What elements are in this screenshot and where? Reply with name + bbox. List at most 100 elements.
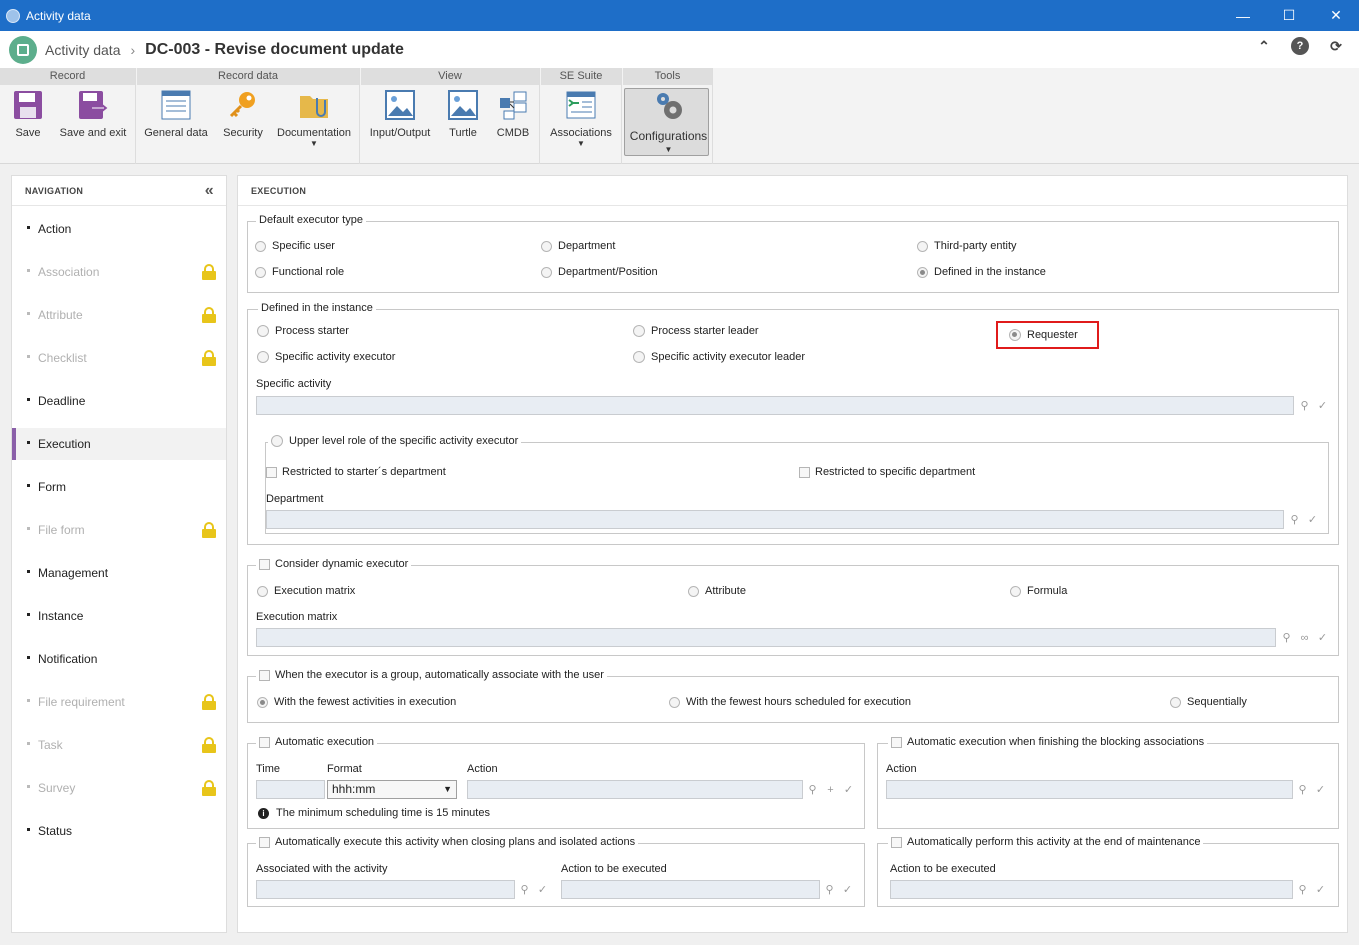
nav-item-instance[interactable]: Instance — [12, 600, 226, 632]
collapse-left-icon[interactable]: « — [205, 182, 214, 200]
nav-item-execution[interactable]: Execution — [12, 428, 226, 460]
documentation-button[interactable]: Documentation ▼ — [275, 90, 353, 148]
upper-level-fieldset: Upper level role of the specific activit… — [265, 435, 1329, 534]
action-to-execute-label: Action to be executed — [890, 863, 996, 875]
execution-matrix-input[interactable] — [256, 628, 1276, 647]
radio-specific-activity-executor[interactable]: Specific activity executor — [257, 351, 395, 363]
bullet — [27, 355, 30, 358]
action-input[interactable] — [886, 780, 1293, 799]
associated-activity-input[interactable] — [256, 880, 515, 899]
nav-item-status[interactable]: Status — [12, 815, 226, 847]
close-button[interactable]: ✕ — [1313, 0, 1359, 31]
time-input[interactable] — [256, 780, 325, 799]
turtle-button[interactable]: Turtle — [445, 90, 481, 139]
radio-sequentially[interactable]: Sequentially — [1170, 696, 1247, 708]
save-button[interactable]: Save — [12, 90, 44, 139]
checkbox-dynamic-executor[interactable] — [259, 558, 270, 570]
radio-defined-in-instance[interactable]: Defined in the instance — [917, 266, 1046, 278]
checkbox-auto-blocking[interactable] — [891, 736, 902, 748]
action-to-execute-input[interactable] — [561, 880, 820, 899]
minimize-button[interactable]: — — [1220, 0, 1266, 31]
collapse-up-icon[interactable]: ⌃ — [1255, 37, 1273, 55]
nav-item-form[interactable]: Form — [12, 471, 226, 503]
turtle-diagram-icon — [448, 90, 478, 120]
radio-process-starter[interactable]: Process starter — [257, 325, 349, 337]
radio-formula[interactable]: Formula — [1010, 585, 1067, 597]
radio-fewest-hours[interactable]: With the fewest hours scheduled for exec… — [669, 696, 911, 708]
clear-brush-icon[interactable]: ✓ — [1304, 511, 1321, 528]
clear-brush-icon[interactable]: ✓ — [1314, 397, 1331, 414]
clear-brush-icon[interactable]: ✓ — [1312, 881, 1329, 898]
nav-item-task: Task — [12, 729, 226, 761]
search-icon[interactable]: ⚲ — [1296, 397, 1313, 414]
department-input[interactable] — [266, 510, 1284, 529]
clear-brush-icon[interactable]: ✓ — [839, 881, 856, 898]
checkbox-auto-plans[interactable] — [259, 836, 270, 848]
refresh-icon[interactable]: ⟳ — [1327, 37, 1345, 55]
ribbon-group-label: Record — [0, 68, 135, 85]
checkbox-restricted-specific[interactable]: Restricted to specific department — [799, 466, 975, 478]
search-icon[interactable]: ⚲ — [1294, 781, 1311, 798]
checkbox-restricted-starter[interactable]: Restricted to starter´s department — [266, 466, 446, 478]
security-button[interactable]: Security — [221, 90, 265, 139]
clear-brush-icon[interactable]: ✓ — [1312, 781, 1329, 798]
checkbox-group-associate[interactable] — [259, 669, 270, 681]
checkbox-auto-maintenance[interactable] — [891, 836, 902, 848]
radio-attribute[interactable]: Attribute — [688, 585, 746, 597]
dropdown-arrow-icon: ▼ — [310, 139, 318, 148]
search-icon[interactable]: ⚲ — [821, 881, 838, 898]
radio-upper-level-role[interactable] — [271, 435, 283, 447]
scheduling-info: i The minimum scheduling time is 15 minut… — [258, 807, 490, 819]
bullet — [27, 570, 30, 573]
radio-department-position[interactable]: Department/Position — [541, 266, 658, 278]
radio-process-starter-leader[interactable]: Process starter leader — [633, 325, 759, 337]
general-data-button[interactable]: General data — [143, 90, 209, 139]
fieldset-legend: Consider dynamic executor — [256, 558, 412, 570]
action-input[interactable] — [467, 780, 803, 799]
checkbox-automatic-execution[interactable] — [259, 736, 270, 748]
clear-brush-icon[interactable]: ✓ — [840, 781, 857, 798]
search-icon[interactable]: ⚲ — [1286, 511, 1303, 528]
search-icon[interactable]: ⚲ — [804, 781, 821, 798]
info-icon: i — [258, 807, 269, 819]
binoculars-icon[interactable]: ∞ — [1296, 629, 1313, 646]
configurations-button[interactable]: Configurations ▼ — [624, 88, 709, 156]
format-select[interactable]: hhh:mm ▼ — [327, 780, 457, 799]
nav-item-deadline[interactable]: Deadline — [12, 385, 226, 417]
search-icon[interactable]: ⚲ — [516, 881, 533, 898]
ribbon-toolbar: Record Save Save and exit Record data Ge… — [0, 68, 1359, 164]
page-title: DC-003 - Revise document update — [145, 40, 404, 58]
save-and-exit-button[interactable]: Save and exit — [58, 90, 128, 139]
defined-instance-fieldset: Defined in the instance Process starter … — [247, 302, 1339, 545]
radio-department[interactable]: Department — [541, 240, 615, 252]
action-to-execute-input[interactable] — [890, 880, 1293, 899]
bullet — [27, 527, 30, 530]
search-icon[interactable]: ⚲ — [1294, 881, 1311, 898]
radio-execution-matrix[interactable]: Execution matrix — [257, 585, 355, 597]
radio-specific-user[interactable]: Specific user — [255, 240, 335, 252]
nav-item-management[interactable]: Management — [12, 557, 226, 589]
associations-button[interactable]: Associations ▼ — [547, 90, 615, 148]
dynamic-executor-fieldset: Consider dynamic executor Execution matr… — [247, 558, 1339, 656]
radio-functional-role[interactable]: Functional role — [255, 266, 344, 278]
help-icon[interactable]: ? — [1291, 37, 1309, 55]
cmdb-button[interactable]: CMDB — [495, 90, 531, 139]
maximize-button[interactable]: ☐ — [1266, 0, 1312, 31]
execution-matrix-label: Execution matrix — [256, 611, 338, 623]
radio-fewest-activities[interactable]: With the fewest activities in execution — [257, 696, 456, 708]
clear-brush-icon[interactable]: ✓ — [1314, 629, 1331, 646]
format-label: Format — [327, 763, 362, 775]
clear-brush-icon[interactable]: ✓ — [534, 881, 551, 898]
bullet — [27, 398, 30, 401]
nav-item-label: Task — [38, 738, 63, 752]
search-icon[interactable]: ⚲ — [1278, 629, 1295, 646]
nav-item-action[interactable]: Action — [12, 213, 226, 245]
radio-specific-activity-executor-leader[interactable]: Specific activity executor leader — [633, 351, 805, 363]
add-icon[interactable]: + — [822, 781, 839, 798]
specific-activity-input[interactable] — [256, 396, 1294, 415]
specific-activity-label: Specific activity — [256, 378, 332, 390]
input-output-button[interactable]: Input/Output — [367, 90, 433, 139]
nav-item-notification[interactable]: Notification — [12, 643, 226, 675]
nav-item-label: Notification — [38, 652, 98, 666]
radio-third-party-entity[interactable]: Third-party entity — [917, 240, 1017, 252]
